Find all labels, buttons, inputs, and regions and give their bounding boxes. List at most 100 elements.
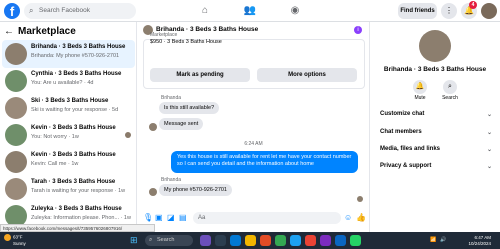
contact-name: Brihanda · 3 Beds 3 Baths House: [383, 66, 487, 73]
incoming-message: Message sent: [159, 118, 204, 130]
mute-label: Mute: [414, 95, 426, 101]
mark-as-pending-button[interactable]: Mark as pending: [150, 68, 250, 82]
listing-thumbnail: [5, 43, 27, 65]
weather-widget[interactable]: 63°F Sunny: [4, 234, 26, 247]
chevron-down-icon: ⌄: [486, 112, 492, 118]
conversation-preview: Zuleyka: Information please. Phon... · 1…: [31, 215, 131, 221]
task-view-icon[interactable]: [215, 235, 226, 246]
listing-price[interactable]: $950 · 3 Beds 3 Baths House: [150, 39, 222, 45]
chat-members-row[interactable]: Chat members ⌄: [380, 129, 492, 136]
photo-icon[interactable]: ▣: [155, 213, 163, 222]
media-files-links-row[interactable]: Media, files and links ⌄: [380, 146, 492, 153]
search-icon: ⌕: [149, 237, 153, 243]
more-options-button[interactable]: More options: [257, 68, 357, 82]
chevron-down-icon: ⌄: [486, 147, 492, 153]
marketplace-header: ← Marketplace: [4, 26, 76, 37]
sender-name: Brihanda: [161, 95, 182, 101]
system-clock[interactable]: 6:47 AM 10/24/2024: [468, 235, 491, 246]
chevron-down-icon: ⌄: [486, 130, 492, 136]
incoming-message: Is this still available?: [159, 102, 220, 114]
link-status-url: https://www.facebook.com/messages/t/7359…: [0, 224, 155, 232]
outgoing-message: Yes this house is still available for re…: [171, 151, 358, 173]
edge-icon[interactable]: [230, 235, 241, 246]
conversation-title: Kevin · 3 Beds 3 Baths House: [31, 152, 116, 158]
mute-button[interactable]: 🔔 Mute: [405, 80, 435, 101]
conversation-title: Kevin · 3 Beds 3 Baths House: [31, 125, 116, 131]
marketplace-label: Marketplace: [150, 32, 178, 38]
search-icon: ⌕: [443, 80, 457, 94]
conversation-preview: Brihanda: My phone #570-926-2701: [31, 53, 120, 59]
sender-avatar: [149, 188, 157, 196]
conversation-item[interactable]: Kevin · 3 Beds 3 Baths House You: Not wo…: [2, 121, 135, 149]
menu-grid-icon[interactable]: ⋮: [441, 3, 457, 19]
info-icon[interactable]: i: [354, 26, 362, 34]
conversation-item[interactable]: Ski · 3 Beds 3 Baths House Ski is waitin…: [2, 94, 135, 122]
search-icon: ⌕: [29, 6, 34, 15]
chat-panel: Brihanda · 3 Beds 3 Baths House i Market…: [137, 22, 370, 232]
message-input[interactable]: Aa: [193, 212, 341, 224]
sender-avatar: [149, 123, 157, 131]
app-icon[interactable]: [260, 235, 271, 246]
listing-thumbnail: [5, 124, 27, 146]
app-icon[interactable]: [200, 235, 211, 246]
facebook-logo[interactable]: f: [4, 3, 20, 19]
read-receipt-avatar: [125, 132, 131, 138]
back-arrow-icon[interactable]: ←: [4, 26, 14, 37]
home-icon[interactable]: ⌂: [198, 4, 212, 18]
sun-icon: [4, 234, 11, 241]
windows-taskbar: 63°F Sunny ⊞ ⌕ Search 📶 🔊 6:47 AM 10/24/…: [0, 232, 500, 249]
app-icon[interactable]: [305, 235, 316, 246]
conversation-item[interactable]: Tarah · 3 Beds 3 Baths House Tarah is wa…: [2, 175, 135, 203]
find-friends-button[interactable]: Find friends: [398, 3, 437, 19]
like-icon[interactable]: 👍: [356, 213, 366, 222]
conversation-preview: You: Not worry · 1w: [31, 134, 79, 140]
conversation-preview: Tarah is waiting for your response · 1w: [31, 188, 126, 194]
profile-icon[interactable]: ◉: [288, 4, 302, 18]
file-explorer-icon[interactable]: [245, 235, 256, 246]
privacy-support-row[interactable]: Privacy & support ⌄: [380, 163, 492, 170]
volume-icon[interactable]: 🔊: [440, 237, 446, 243]
listing-thumbnail: [5, 178, 27, 200]
chrome-icon[interactable]: [275, 235, 286, 246]
conversation-title: Cynthia · 3 Beds 3 Baths House: [31, 71, 122, 77]
notification-badge: 4: [469, 1, 477, 9]
listing-thumbnail: [5, 70, 27, 92]
chevron-down-icon: ⌄: [486, 164, 492, 170]
conversation-preview: You: Are u available? · 4d: [31, 80, 94, 86]
emoji-icon[interactable]: ☺: [344, 213, 352, 222]
friends-icon[interactable]: 👥: [243, 4, 257, 18]
search-conversation-button[interactable]: ⌕ Search: [435, 80, 465, 101]
seen-avatar: [357, 196, 363, 202]
conversation-title: Tarah · 3 Beds 3 Baths House: [31, 179, 116, 185]
marketplace-conversation-list: ← Marketplace Brihanda · 3 Beds 3 Baths H…: [0, 22, 137, 232]
taskbar-search[interactable]: ⌕ Search: [145, 235, 193, 246]
sticker-icon[interactable]: ◪: [167, 213, 175, 222]
conversation-preview: Ski is waiting for your response · 5d: [31, 107, 119, 113]
gif-icon[interactable]: ▤: [179, 213, 187, 222]
conversation-preview: Kevin: Call me · 1w: [31, 161, 79, 167]
top-navigation-bar: f ⌕ Search Facebook ⌂ 👥 ◉ Find friends ⋮…: [0, 0, 500, 22]
marketplace-title: Marketplace: [18, 26, 76, 37]
wifi-icon[interactable]: 📶: [430, 237, 436, 243]
message-timestamp: 6:24 AM: [244, 141, 263, 147]
listing-thumbnail: [5, 97, 27, 119]
app-icon[interactable]: [350, 235, 361, 246]
incoming-message: My phone #570-926-2701: [159, 184, 232, 196]
app-icon[interactable]: [320, 235, 331, 246]
microphone-icon[interactable]: 🎙: [143, 213, 153, 222]
search-input[interactable]: ⌕ Search Facebook: [24, 3, 136, 19]
conversation-item[interactable]: Kevin · 3 Beds 3 Baths House Kevin: Call…: [2, 148, 135, 176]
windows-start-icon[interactable]: ⊞: [130, 235, 138, 246]
message-composer: 🎙 ▣ ◪ ▤ Aa ☺ 👍: [137, 208, 370, 228]
app-icon[interactable]: [335, 235, 346, 246]
conversation-title: Ski · 3 Beds 3 Baths House: [31, 98, 109, 104]
app-icon[interactable]: [290, 235, 301, 246]
conversation-item[interactable]: Cynthia · 3 Beds 3 Baths House You: Are …: [2, 67, 135, 95]
customize-chat-row[interactable]: Customize chat ⌄: [380, 111, 492, 118]
account-avatar[interactable]: [481, 3, 497, 19]
contact-avatar[interactable]: [419, 30, 451, 62]
conversation-title: Zuleyka · 3 Beds 3 Baths House: [31, 206, 122, 212]
conversation-item[interactable]: Brihanda · 3 Beds 3 Baths House Brihanda…: [2, 40, 135, 68]
search-label: Search: [442, 95, 458, 101]
sender-name: Brihanda: [161, 177, 182, 183]
